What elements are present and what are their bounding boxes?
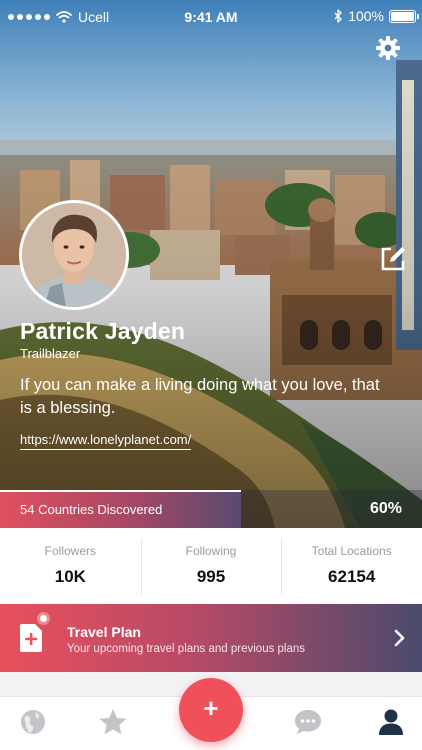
travel-plan-title: Travel Plan bbox=[67, 624, 141, 640]
edit-profile-icon[interactable] bbox=[378, 244, 408, 274]
globe-icon[interactable] bbox=[18, 707, 48, 737]
status-bar: Ucell 9:41 AM 100% bbox=[0, 0, 422, 34]
progress-percentage: 60% bbox=[369, 500, 402, 517]
profile-stats: Followers 10K Following 995 Total Locati… bbox=[0, 528, 422, 604]
battery-icon bbox=[389, 9, 419, 23]
stat-following[interactable]: Following 995 bbox=[140, 528, 282, 604]
bluetooth-icon bbox=[334, 9, 342, 23]
notification-dot bbox=[40, 615, 47, 622]
stat-followers[interactable]: Followers 10K bbox=[0, 528, 141, 604]
countries-progress-bar: 54 Countries Discovered 60% bbox=[0, 490, 422, 528]
stat-value: 995 bbox=[196, 567, 226, 586]
stat-label: Total Locations bbox=[311, 544, 392, 558]
chevron-right-icon bbox=[394, 629, 405, 647]
battery-percentage: 100% bbox=[348, 8, 384, 24]
profile-header: Ucell 9:41 AM 100% Patrick Jayden Trailb… bbox=[0, 0, 422, 528]
add-button-symbol: + bbox=[203, 693, 219, 723]
star-icon[interactable] bbox=[98, 707, 128, 737]
settings-gear-icon[interactable] bbox=[374, 34, 402, 62]
stat-total-locations[interactable]: Total Locations 62154 bbox=[281, 528, 422, 604]
stat-label: Followers bbox=[44, 544, 97, 558]
travel-plan-document-icon bbox=[20, 624, 42, 652]
stat-label: Following bbox=[185, 544, 237, 558]
profile-quote: If you can make a living doing what you … bbox=[20, 376, 380, 417]
avatar-photo bbox=[22, 203, 126, 307]
stat-value: 62154 bbox=[328, 567, 376, 586]
avatar[interactable] bbox=[19, 200, 129, 310]
profile-icon[interactable] bbox=[376, 707, 406, 737]
travel-plan-banner[interactable]: Travel Plan Your upcoming travel plans a… bbox=[0, 604, 422, 672]
add-icon[interactable]: + bbox=[179, 678, 243, 742]
profile-name: Patrick Jayden bbox=[20, 318, 186, 344]
progress-label: 54 Countries Discovered bbox=[20, 502, 163, 517]
profile-title: Trailblazer bbox=[20, 346, 81, 361]
stat-value: 10K bbox=[54, 567, 86, 586]
profile-website-link[interactable]: https://www.lonelyplanet.com/ bbox=[20, 432, 192, 450]
travel-plan-subtitle: Your upcoming travel plans and previous … bbox=[67, 643, 306, 655]
chat-icon[interactable] bbox=[293, 707, 323, 737]
